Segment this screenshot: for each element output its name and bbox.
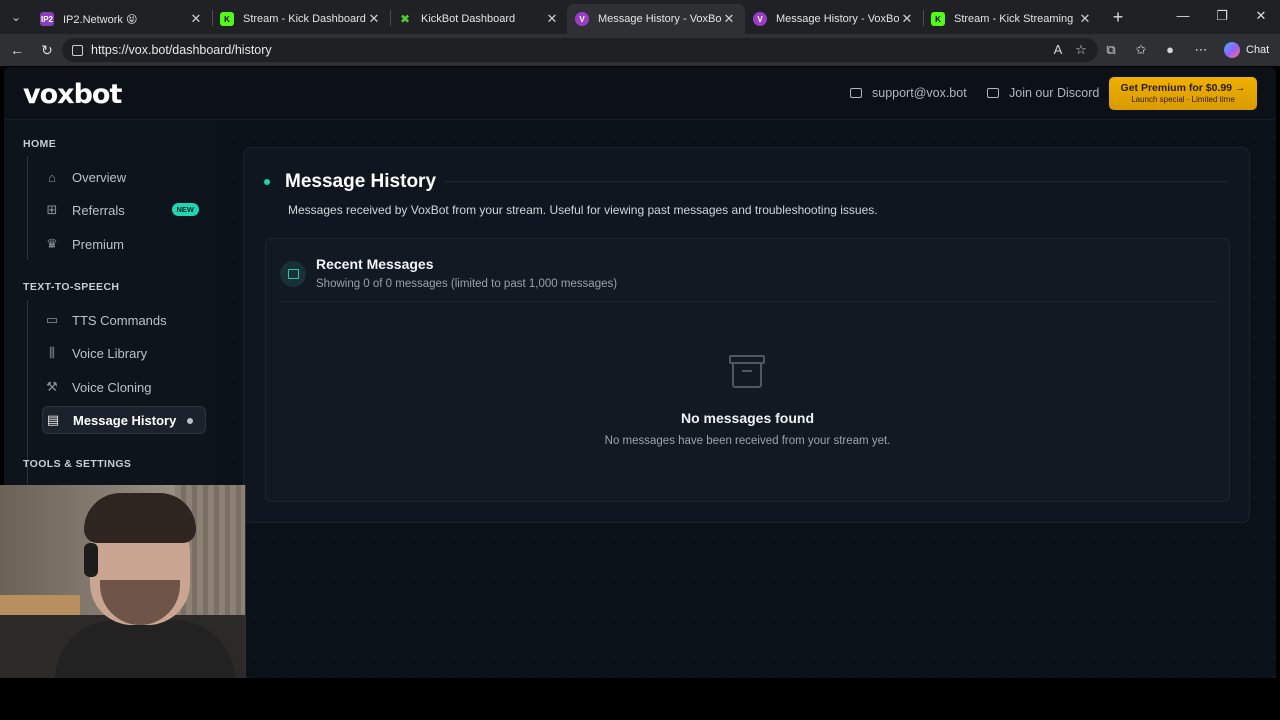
more-menu-icon[interactable]: ⋯ (1191, 40, 1211, 60)
gift-icon: ⊞ (46, 202, 58, 217)
sidebar-item-label: Voice Library (72, 345, 148, 361)
browser-tab-3[interactable]: ✖ KickBot Dashboard ✕ (390, 4, 568, 34)
tab-title: Stream - Kick Dashboard (243, 13, 366, 25)
discord-link[interactable]: Join our Discord (987, 86, 1099, 100)
sidebar-tree-line (27, 156, 28, 260)
url-text: https://vox.bot/dashboard/history (91, 43, 272, 57)
empty-archive-icon (729, 355, 765, 389)
empty-state-subtitle: No messages have been received from your… (604, 435, 891, 447)
page-title: Message History (285, 171, 437, 192)
extensions-icon[interactable]: ⧉ (1101, 40, 1121, 60)
close-window-button[interactable]: ✕ (1241, 0, 1280, 34)
support-email-text: support@vox.bot (872, 86, 967, 100)
active-indicator (187, 418, 193, 424)
chat-bubble-icon (987, 88, 999, 98)
top-navigation: voxbot support@vox.bot Join our Discord … (4, 67, 1276, 120)
kickbot-favicon-icon: ✖ (399, 12, 411, 26)
address-bar[interactable]: https://vox.bot/dashboard/history (62, 38, 1098, 62)
sidebar-item-label: Message History (73, 412, 177, 428)
recent-messages-count: Showing 0 of 0 messages (limited to past… (316, 278, 618, 290)
site-info-icon[interactable] (72, 44, 83, 56)
close-tab-icon[interactable]: ✕ (544, 11, 560, 27)
home-icon: ⌂ (48, 169, 56, 185)
copilot-chat-button[interactable]: Chat (1220, 38, 1275, 62)
archive-icon (280, 261, 306, 287)
back-arrow-icon[interactable]: ← (5, 38, 29, 62)
sidebar-item-label: Voice Cloning (72, 379, 152, 395)
new-badge: NEW (171, 203, 199, 216)
sidebar-item-voice-library[interactable]: ⫼ Voice Library (42, 339, 206, 367)
sidebar-item-overview[interactable]: ⌂ Overview (42, 163, 206, 191)
mail-icon (850, 88, 862, 98)
close-tab-icon[interactable]: ✕ (899, 11, 915, 27)
crown-icon: ♛ (46, 236, 58, 251)
bottom-letterbox (0, 678, 1280, 720)
new-tab-button[interactable]: + (1107, 6, 1129, 28)
sidebar-item-premium[interactable]: ♛ Premium (42, 230, 206, 258)
sidebar-item-referrals[interactable]: ⊞ Referrals NEW (42, 196, 206, 224)
tab-title: IP2.Network 😝 (63, 13, 138, 26)
library-icon: ⫼ (49, 345, 55, 360)
voxbot-favicon-icon: V (575, 12, 589, 26)
sidebar-section-tools: TOOLS & SETTINGS (23, 458, 132, 470)
premium-title: Get Premium for $0.99 → (1120, 82, 1246, 94)
page-description: Messages received by VoxBot from your st… (288, 203, 878, 217)
sidebar-item-label: Referrals (72, 202, 125, 218)
title-divider (444, 181, 1228, 182)
discord-text: Join our Discord (1009, 86, 1100, 100)
reload-icon[interactable]: ↻ (35, 38, 59, 62)
sidebar-item-label: TTS Commands (72, 312, 167, 328)
favorite-star-icon[interactable]: ☆ (1071, 40, 1091, 60)
favorites-icon[interactable]: ✩ (1131, 40, 1151, 60)
browser-tab-5[interactable]: V Message History - VoxBot ✕ (745, 4, 923, 34)
sidebar-item-voice-cloning[interactable]: ⚒ Voice Cloning (42, 373, 206, 401)
chat-icon: ▭ (45, 312, 59, 327)
sidebar-item-label: Overview (72, 169, 127, 185)
tab-actions-menu[interactable]: ⌄ (0, 0, 32, 34)
minimize-window-button[interactable]: — (1163, 0, 1203, 34)
ip2-favicon-icon: IP2 (40, 12, 54, 26)
voxbot-logo[interactable]: voxbot (23, 79, 122, 110)
close-tab-icon[interactable]: ✕ (366, 11, 382, 27)
archive-icon: ▤ (46, 412, 60, 427)
hammer-icon: ⚒ (46, 379, 58, 394)
browser-tab-6[interactable]: K Stream - Kick Streaming ✕ (923, 4, 1101, 34)
browser-tab-1[interactable]: IP2 IP2.Network 😝 ✕ (32, 4, 212, 34)
recent-messages-panel: Recent Messages Showing 0 of 0 messages … (265, 238, 1230, 502)
recent-messages-title: Recent Messages (316, 256, 434, 272)
profile-avatar-icon[interactable]: ● (1160, 40, 1180, 60)
sidebar-item-message-history[interactable]: ▤ Message History (42, 406, 206, 434)
tab-title: KickBot Dashboard (421, 13, 516, 25)
tab-title: Stream - Kick Streaming (954, 13, 1074, 25)
panel-divider (280, 301, 1217, 302)
tab-title: Message History - VoxBot (598, 13, 721, 25)
headset-icon (84, 543, 98, 577)
support-email-link[interactable]: support@vox.bot (850, 86, 967, 100)
sidebar-section-home: HOME (23, 138, 57, 150)
kick-favicon-icon: K (220, 12, 234, 26)
browser-tab-4-active[interactable]: V Message History - VoxBot ✕ (567, 4, 745, 34)
kick-favicon-icon: K (931, 12, 945, 26)
close-tab-icon[interactable]: ✕ (188, 11, 204, 27)
sidebar-item-label: Premium (72, 236, 125, 252)
sidebar-section-tts: TEXT-TO-SPEECH (23, 281, 120, 293)
copilot-icon (1224, 42, 1240, 58)
voxbot-favicon-icon: V (753, 12, 767, 26)
close-tab-icon[interactable]: ✕ (721, 11, 737, 27)
chat-label: Chat (1246, 44, 1270, 56)
sidebar-item-tts-commands[interactable]: ▭ TTS Commands (42, 306, 206, 334)
restore-window-button[interactable]: ❐ (1202, 0, 1242, 34)
close-tab-icon[interactable]: ✕ (1077, 11, 1093, 27)
read-aloud-icon[interactable]: A (1048, 40, 1068, 60)
status-dot (264, 179, 270, 185)
webcam-overlay (0, 485, 246, 678)
tab-title: Message History - VoxBot (776, 13, 899, 25)
get-premium-button[interactable]: Get Premium for $0.99 → Launch special ·… (1109, 77, 1257, 110)
empty-state-title: No messages found (680, 410, 815, 426)
browser-tab-2[interactable]: K Stream - Kick Dashboard ✕ (212, 4, 390, 34)
message-history-card: Message History Messages received by Vox… (243, 147, 1250, 523)
premium-subtitle: Launch special · Limited time (1131, 95, 1235, 104)
